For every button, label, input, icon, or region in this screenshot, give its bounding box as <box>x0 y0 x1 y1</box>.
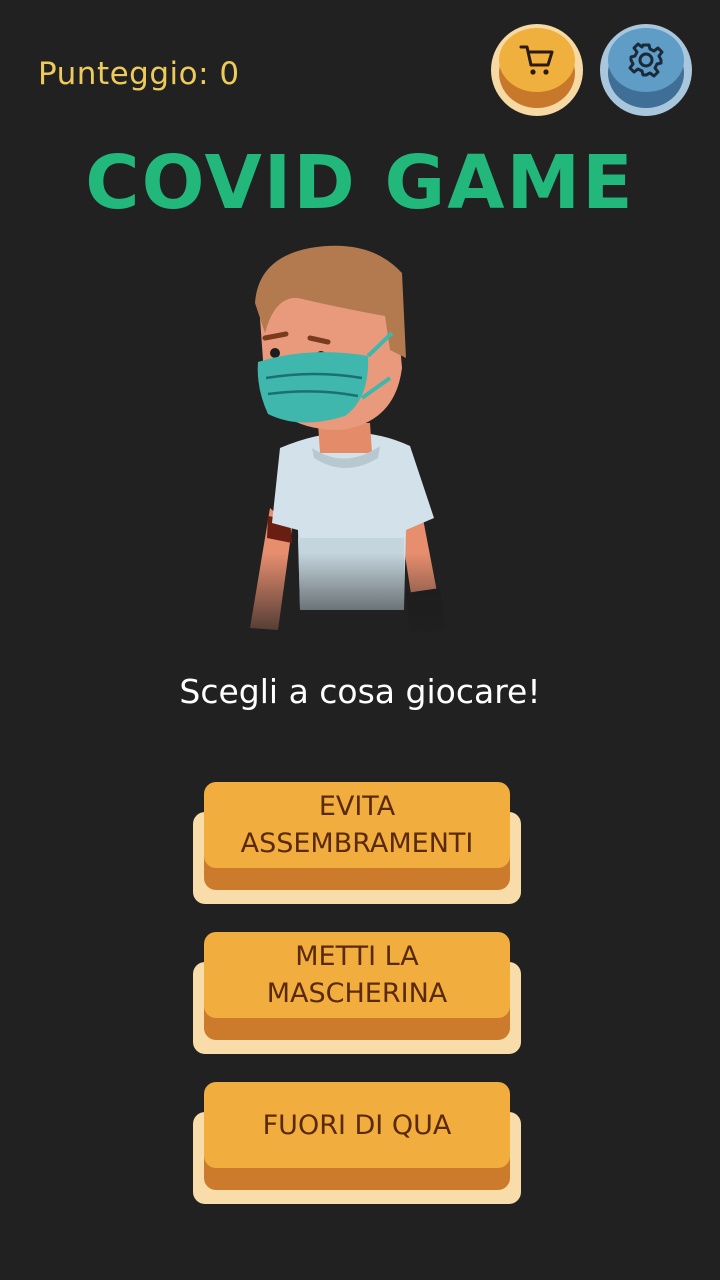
wear-mask-button[interactable]: METTI LA MASCHERINA <box>193 932 521 1054</box>
gear-icon <box>628 42 664 78</box>
game-title: COVID GAME <box>85 140 635 226</box>
get-out-button[interactable]: FUORI DI QUA <box>193 1082 521 1204</box>
avoid-crowds-button[interactable]: EVITA ASSEMBRAMENTI <box>193 782 521 904</box>
cart-icon <box>519 45 554 75</box>
avoid-crowds-label: EVITA ASSEMBRAMENTI <box>204 782 510 868</box>
choose-game-prompt: Scegli a cosa giocare! <box>179 672 541 711</box>
get-out-label: FUORI DI QUA <box>204 1082 510 1168</box>
wear-mask-label: METTI LA MASCHERINA <box>204 932 510 1018</box>
score-label: Punteggio: 0 <box>38 56 240 92</box>
shop-button[interactable] <box>491 24 583 116</box>
settings-button[interactable] <box>600 24 692 116</box>
masked-character-illustration <box>220 238 480 658</box>
